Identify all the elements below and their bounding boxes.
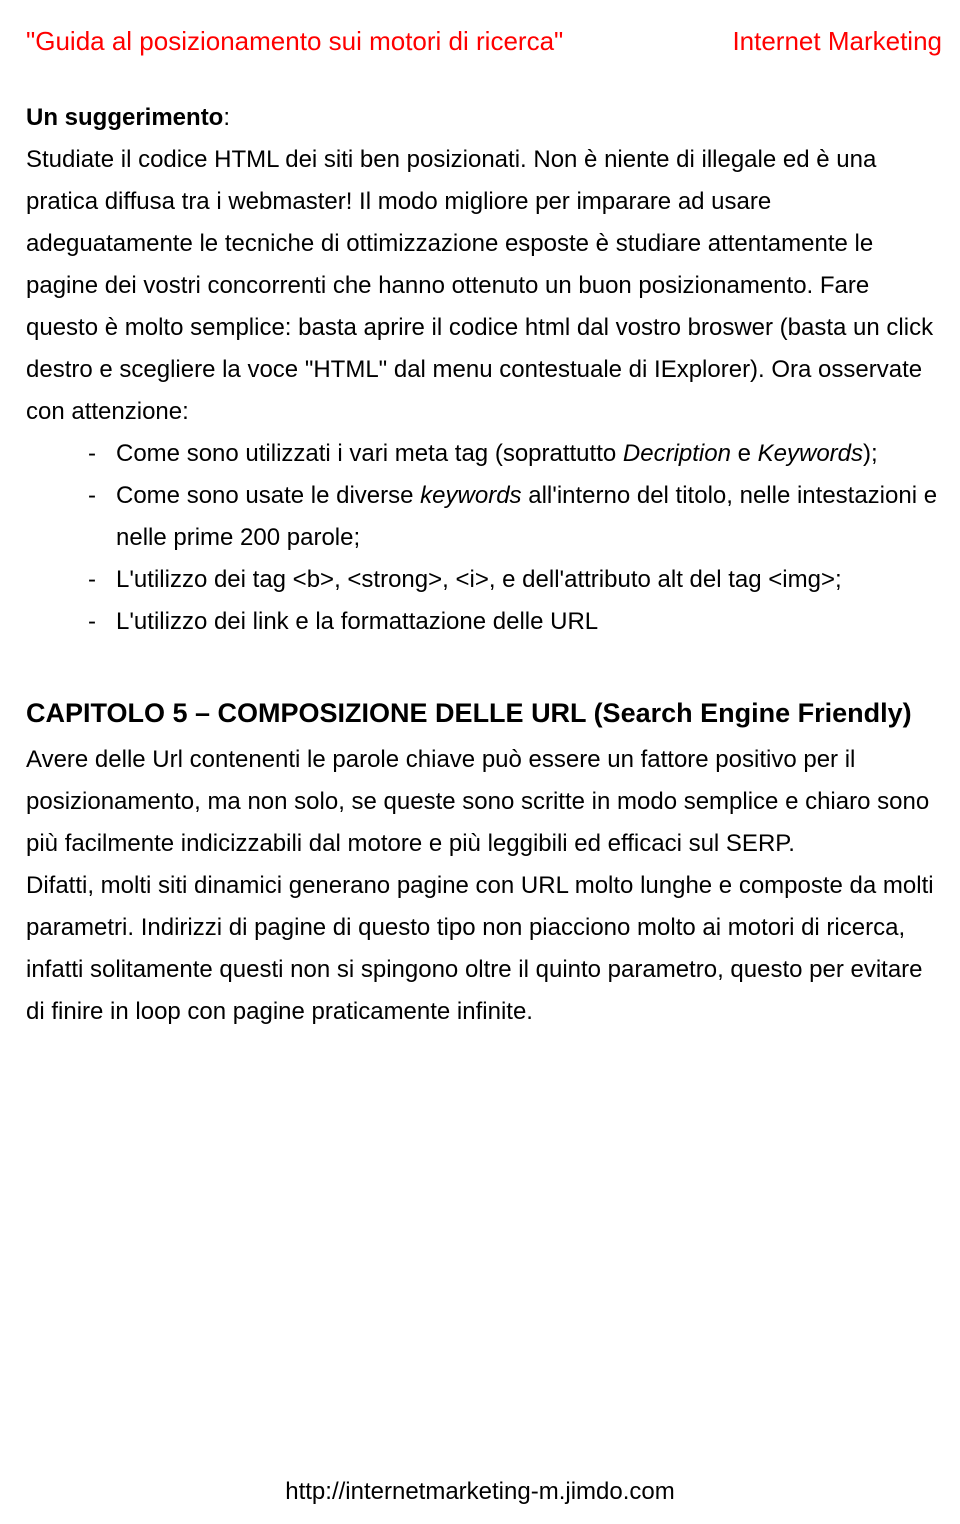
section-suggestion: Un suggerimento: Studiate il codice HTML… [26,97,942,643]
bullet-em-keywords2: keywords [420,482,528,509]
chapter-5-body: Avere delle Url contenenti le parole chi… [26,739,942,1033]
bullet-text: e [731,440,758,467]
bullet-text: Come sono usate le diverse [116,482,420,509]
chapter-5-paragraph-2: Difatti, molti siti dinamici generano pa… [26,865,942,1033]
document-page: "Guida al posizionamento sui motori di r… [0,0,960,1524]
bullet-text: L'utilizzo dei tag <b>, <strong>, <i>, e… [116,566,842,593]
bullet-em-decription: Decription [623,440,731,467]
bullet-text: Come sono utilizzati i vari meta tag (so… [116,440,623,467]
footer-url: http://internetmarketing-m.jimdo.com [0,1478,960,1506]
chapter-5-paragraph-1: Avere delle Url contenenti le parole chi… [26,739,942,865]
bullet-text: ); [863,440,878,467]
colon: : [223,104,230,131]
chapter-5-title: CAPITOLO 5 – COMPOSIZIONE DELLE URL (Sea… [26,691,942,737]
suggestion-paragraph: Studiate il codice HTML dei siti ben pos… [26,139,942,433]
suggestion-heading: Un suggerimento [26,104,223,131]
bullet-em-keywords: Keywords [758,440,863,467]
header-title-right: Internet Marketing [732,26,942,57]
suggestion-bullets: Come sono utilizzati i vari meta tag (so… [26,433,942,643]
bullet-meta-tags: Come sono utilizzati i vari meta tag (so… [88,433,942,475]
header-title-left: "Guida al posizionamento sui motori di r… [26,26,563,57]
bullet-links-url: L'utilizzo dei link e la formattazione d… [88,601,942,643]
bullet-tags-usage: L'utilizzo dei tag <b>, <strong>, <i>, e… [88,559,942,601]
bullet-text: L'utilizzo dei link e la formattazione d… [116,608,598,635]
page-header: "Guida al posizionamento sui motori di r… [26,26,942,57]
bullet-keywords-usage: Come sono usate le diverse keywords all'… [88,475,942,559]
